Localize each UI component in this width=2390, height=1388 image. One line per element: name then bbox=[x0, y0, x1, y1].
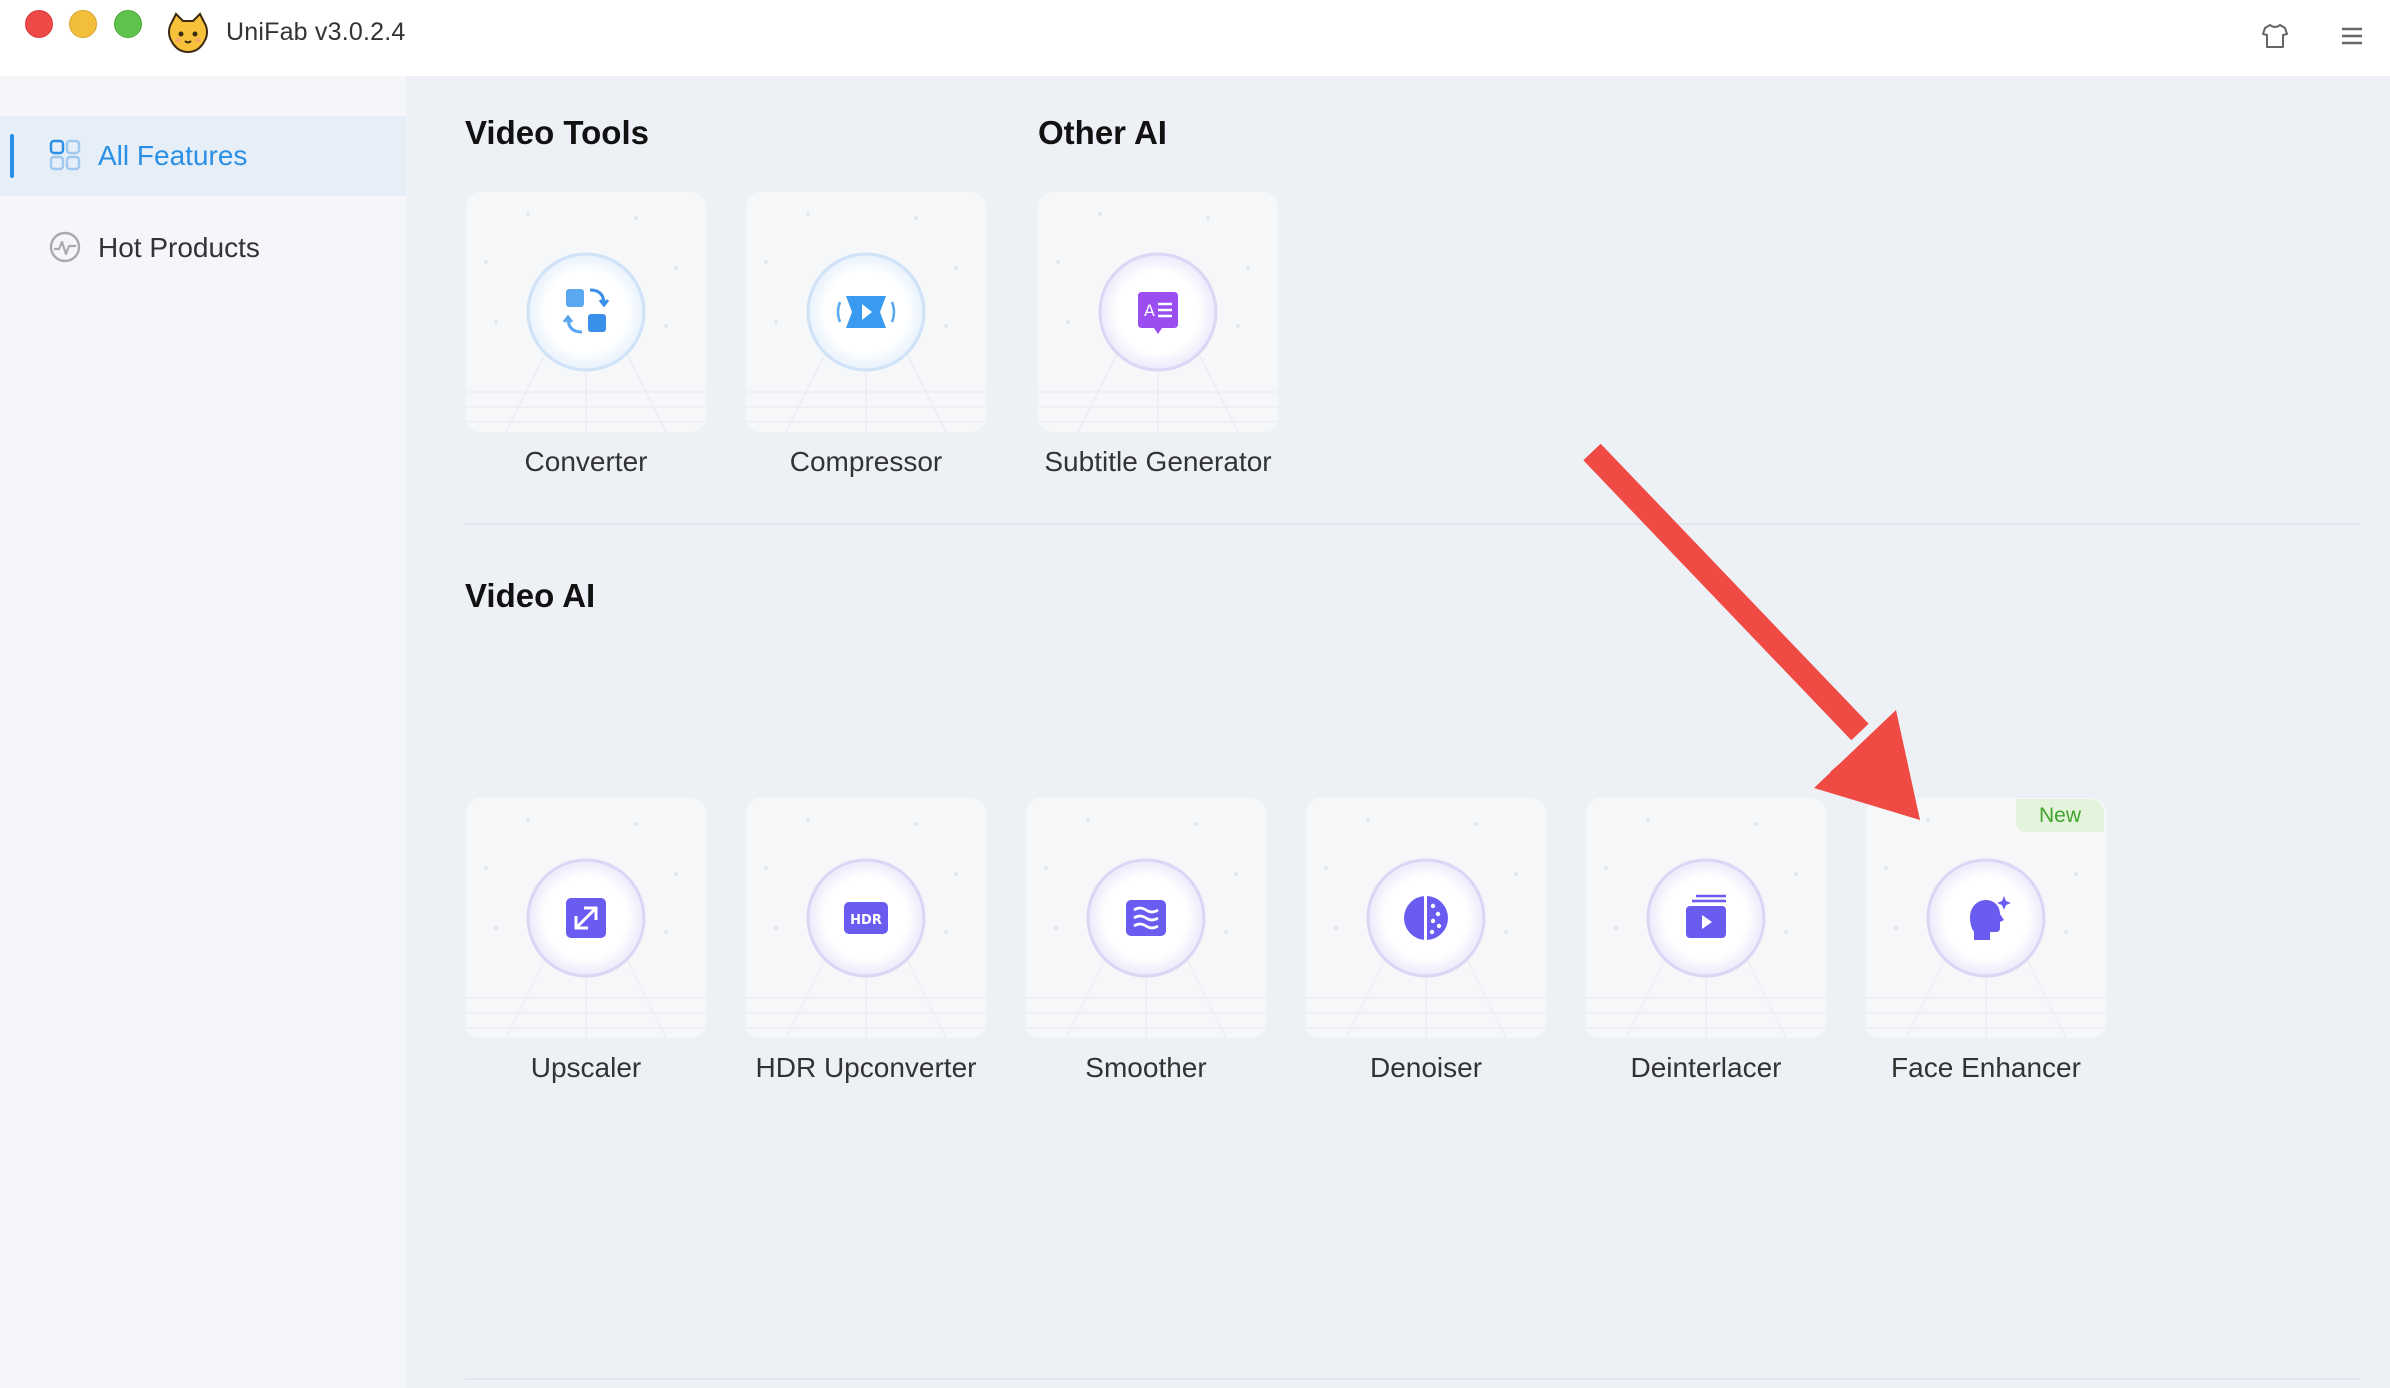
app-logo-icon bbox=[168, 12, 208, 54]
feature-label: Subtitle Generator bbox=[1044, 446, 1272, 477]
feature-label: Converter bbox=[524, 446, 648, 477]
maximize-window-button[interactable] bbox=[114, 10, 142, 38]
section-title-video-tools: Video Tools bbox=[465, 114, 649, 151]
feature-card-face-enhancer[interactable] bbox=[1866, 798, 2106, 1038]
title-bar: UniFab v3.0.2.4 bbox=[0, 0, 2390, 76]
section-title-other-ai: Other AI bbox=[1038, 114, 1167, 151]
subtitle-icon: A bbox=[1098, 252, 1218, 372]
feature-card-compressor[interactable] bbox=[746, 192, 986, 432]
new-badge: New bbox=[2016, 799, 2104, 832]
feature-label: HDR Upconverter bbox=[755, 1052, 977, 1083]
feature-label: Deinterlacer bbox=[1630, 1052, 1782, 1083]
face-icon bbox=[1926, 858, 2046, 978]
sidebar-item-label: Hot Products bbox=[98, 232, 260, 263]
active-indicator bbox=[10, 134, 14, 178]
svg-text:HDR: HDR bbox=[850, 913, 882, 928]
sidebar-item-hot-products[interactable]: Hot Products bbox=[0, 208, 406, 288]
minimize-window-button[interactable] bbox=[69, 10, 97, 38]
feature-label: Upscaler bbox=[530, 1052, 642, 1083]
feature-card-smoother[interactable] bbox=[1026, 798, 1266, 1038]
wave-icon bbox=[1086, 858, 1206, 978]
compress-icon bbox=[806, 252, 926, 372]
annotation-arrow-icon bbox=[1583, 443, 1920, 820]
feature-card-hdr-upconverter[interactable]: HDR bbox=[746, 798, 986, 1038]
hdr-icon: HDR bbox=[806, 858, 926, 978]
sidebar: All Features Hot Products bbox=[0, 76, 406, 1388]
feature-card-upscaler[interactable] bbox=[466, 798, 706, 1038]
feature-label: Smoother bbox=[1085, 1052, 1207, 1083]
denoise-icon bbox=[1366, 858, 1486, 978]
deinterlace-icon bbox=[1646, 858, 1766, 978]
feature-label: Denoiser bbox=[1369, 1052, 1483, 1083]
feature-card-subtitle-generator[interactable]: A bbox=[1038, 192, 1278, 432]
close-window-button[interactable] bbox=[25, 10, 53, 38]
shirt-icon[interactable] bbox=[2259, 20, 2291, 52]
svg-text:A: A bbox=[1144, 301, 1155, 320]
upscale-icon bbox=[526, 858, 646, 978]
feature-card-deinterlacer[interactable] bbox=[1586, 798, 1826, 1038]
convert-icon bbox=[526, 252, 646, 372]
sidebar-item-label: All Features bbox=[98, 140, 248, 171]
sidebar-item-all-features[interactable]: All Features bbox=[0, 116, 406, 196]
activity-icon bbox=[49, 231, 81, 263]
section-divider bbox=[465, 523, 2360, 525]
app-title: UniFab v3.0.2.4 bbox=[226, 18, 406, 46]
feature-label: Compressor bbox=[789, 446, 943, 477]
feature-card-denoiser[interactable] bbox=[1306, 798, 1546, 1038]
feature-label: Face Enhancer bbox=[1891, 1052, 2081, 1083]
grid-icon bbox=[49, 139, 81, 171]
bottom-divider bbox=[465, 1378, 2360, 1380]
section-title-video-ai: Video AI bbox=[465, 577, 596, 614]
menu-icon[interactable] bbox=[2336, 20, 2368, 52]
feature-card-converter[interactable] bbox=[466, 192, 706, 432]
